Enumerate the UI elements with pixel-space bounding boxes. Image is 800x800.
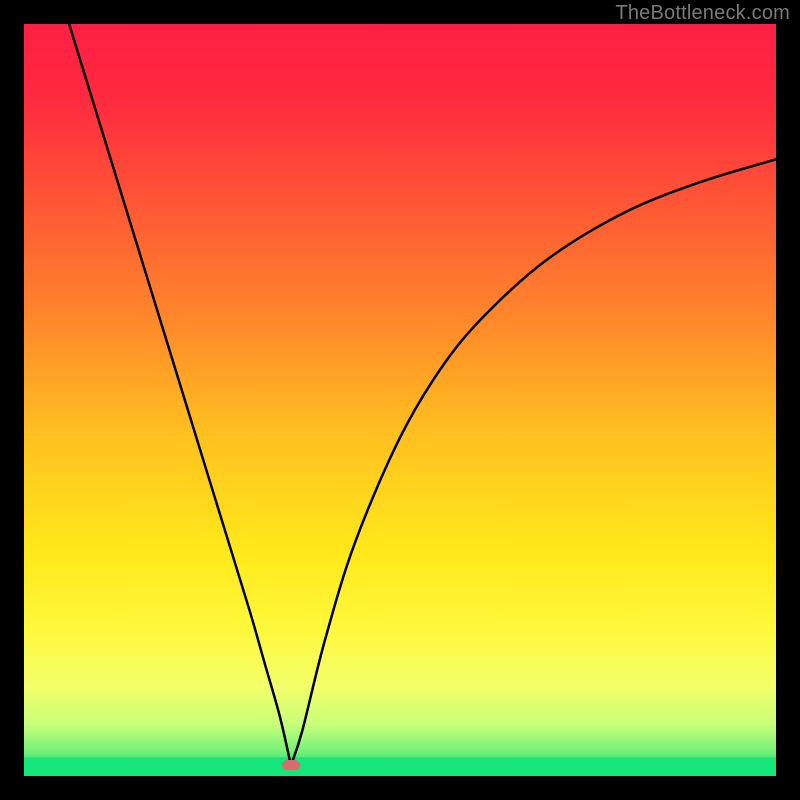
watermark-text: TheBottleneck.com <box>615 2 790 25</box>
chart-frame: TheBottleneck.com <box>0 0 800 800</box>
bottleneck-curve <box>69 24 776 765</box>
plot-area <box>24 24 776 776</box>
curve-layer <box>24 24 776 776</box>
minimum-marker <box>282 760 300 770</box>
